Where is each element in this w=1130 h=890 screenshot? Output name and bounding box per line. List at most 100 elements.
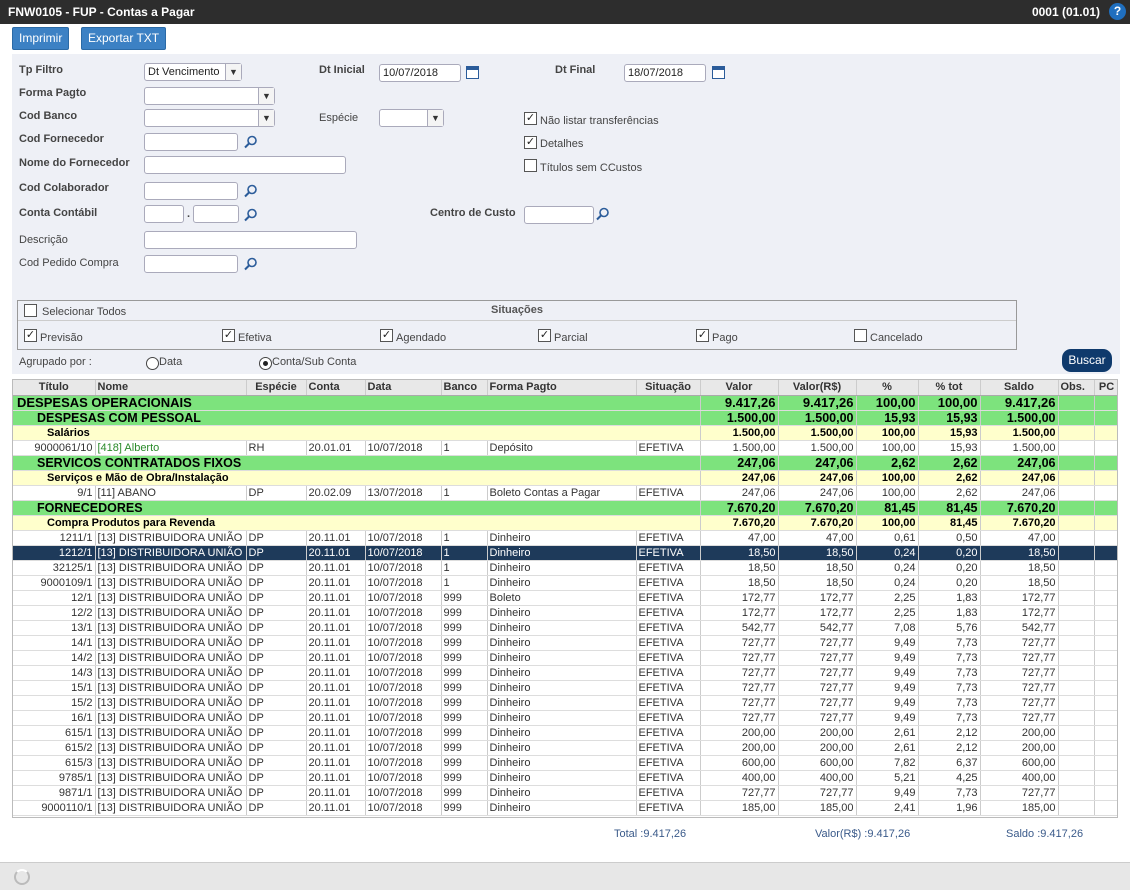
centro-custo-input[interactable] bbox=[524, 206, 594, 224]
table-cell bbox=[1094, 575, 1117, 591]
search-icon[interactable] bbox=[244, 208, 258, 222]
table-cell: 7,73 bbox=[918, 710, 981, 726]
table-row[interactable]: 14/2 [13] DISTRIBUIDORA UNIÃO DP 20.11.01 10… bbox=[13, 650, 1117, 666]
column-header[interactable]: Título bbox=[13, 380, 96, 396]
conta-contabil-input-2[interactable] bbox=[193, 205, 239, 223]
group-value: 81,45 bbox=[918, 515, 981, 531]
table-row[interactable]: 615/3 [13] DISTRIBUIDORA UNIÃO DP 20.11.01 1… bbox=[13, 755, 1117, 771]
table-row[interactable]: 1212/1 [13] DISTRIBUIDORA UNIÃO DP 20.11.01… bbox=[13, 545, 1117, 561]
cancelado-checkbox[interactable] bbox=[854, 329, 867, 342]
column-header[interactable]: Situação bbox=[636, 380, 701, 396]
search-icon[interactable] bbox=[244, 184, 258, 198]
group-row[interactable]: SERVICOS CONTRATADOS FIXOS 247,06 247,06 2,… bbox=[13, 455, 1117, 471]
group-row[interactable]: Compra Produtos para Revenda 7.670,20 7.67… bbox=[13, 515, 1117, 531]
table-cell: 727,77 bbox=[778, 665, 857, 681]
nome-fornecedor-input[interactable] bbox=[144, 156, 346, 174]
tp-filtro-select[interactable]: Dt Vencimento ▼ bbox=[144, 63, 242, 81]
calendar-icon[interactable] bbox=[466, 66, 479, 79]
column-header[interactable]: % bbox=[856, 380, 919, 396]
table-cell bbox=[1058, 545, 1095, 561]
search-button[interactable]: Buscar bbox=[1062, 349, 1112, 372]
table-cell: Dinheiro bbox=[487, 620, 637, 636]
titulos-sem-ccustos-checkbox[interactable] bbox=[524, 159, 537, 172]
table-cell: 999 bbox=[441, 605, 488, 621]
help-icon[interactable]: ? bbox=[1109, 3, 1126, 20]
group-value: 100,00 bbox=[856, 515, 919, 531]
table-cell: 2,61 bbox=[856, 725, 919, 741]
table-row[interactable]: 15/2 [13] DISTRIBUIDORA UNIÃO DP 20.11.01 10… bbox=[13, 695, 1117, 711]
column-header[interactable]: % tot bbox=[918, 380, 981, 396]
parcial-checkbox[interactable]: ✓ bbox=[538, 329, 551, 342]
table-cell: [13] DISTRIBUIDORA UNIÃO bbox=[95, 620, 247, 636]
group-row[interactable]: Salários 1.500,00 1.500,00 100,00 15,93 1.500… bbox=[13, 425, 1117, 441]
cod-pedido-input[interactable] bbox=[144, 255, 238, 273]
conta-contabil-input-1[interactable] bbox=[144, 205, 184, 223]
results-grid[interactable]: Título Nome Espécie Conta Data Banco Forma Pag… bbox=[12, 379, 1118, 818]
table-row[interactable]: 12/2 [13] DISTRIBUIDORA UNIÃO DP 20.11.01 10… bbox=[13, 605, 1117, 621]
cod-fornecedor-input[interactable] bbox=[144, 133, 238, 151]
table-cell: 10/07/2018 bbox=[365, 545, 442, 561]
table-row[interactable]: 9785/1 [13] DISTRIBUIDORA UNIÃO DP 20.11.01… bbox=[13, 770, 1117, 786]
table-row[interactable]: 14/3 [13] DISTRIBUIDORA UNIÃO DP 20.11.01 10… bbox=[13, 665, 1117, 681]
table-row[interactable]: 1211/1 [13] DISTRIBUIDORA UNIÃO DP 20.11.01… bbox=[13, 530, 1117, 546]
column-header[interactable]: Banco bbox=[441, 380, 488, 396]
agendado-checkbox[interactable]: ✓ bbox=[380, 329, 393, 342]
calendar-icon[interactable] bbox=[712, 66, 725, 79]
pago-checkbox[interactable]: ✓ bbox=[696, 329, 709, 342]
nao-listar-checkbox[interactable]: ✓ bbox=[524, 112, 537, 125]
table-row[interactable]: 16/1 [13] DISTRIBUIDORA UNIÃO DP 20.11.01 10… bbox=[13, 710, 1117, 726]
search-icon[interactable] bbox=[244, 257, 258, 271]
separator-dot: . bbox=[187, 208, 191, 220]
group-conta-radio[interactable] bbox=[259, 357, 272, 370]
previsao-checkbox[interactable]: ✓ bbox=[24, 329, 37, 342]
descricao-input[interactable] bbox=[144, 231, 357, 249]
column-header[interactable]: Forma Pagto bbox=[487, 380, 637, 396]
cod-banco-select[interactable]: ▼ bbox=[144, 109, 275, 127]
group-row[interactable]: DESPESAS COM PESSOAL 1.500,00 1.500,00 15,9… bbox=[13, 410, 1117, 426]
group-row[interactable]: DESPESAS OPERACIONAIS 9.417,26 9.417,26 100… bbox=[13, 395, 1117, 411]
table-cell: [13] DISTRIBUIDORA UNIÃO bbox=[95, 770, 247, 786]
table-cell: 5,21 bbox=[856, 770, 919, 786]
table-row[interactable]: 9000109/1 [13] DISTRIBUIDORA UNIÃO DP 20.11… bbox=[13, 575, 1117, 591]
table-row[interactable]: 9871/1 [13] DISTRIBUIDORA UNIÃO DP 20.11.01… bbox=[13, 785, 1117, 801]
column-header[interactable]: Valor bbox=[700, 380, 779, 396]
cod-colaborador-input[interactable] bbox=[144, 182, 238, 200]
column-header[interactable]: Saldo bbox=[980, 380, 1059, 396]
group-row[interactable]: FORNECEDORES 7.670,20 7.670,20 81,45 81,45 7.… bbox=[13, 500, 1117, 516]
table-row[interactable]: 14/1 [13] DISTRIBUIDORA UNIÃO DP 20.11.01 10… bbox=[13, 635, 1117, 651]
column-header[interactable]: Espécie bbox=[246, 380, 307, 396]
table-row[interactable]: 615/1 [13] DISTRIBUIDORA UNIÃO DP 20.11.01 1… bbox=[13, 725, 1117, 741]
table-row[interactable]: 9/1 [11] ABANO DP 20.02.09 13/07/2018 1 Boleto… bbox=[13, 485, 1117, 501]
forma-pagto-select[interactable]: ▼ bbox=[144, 87, 275, 105]
search-icon[interactable] bbox=[596, 207, 610, 221]
group-value: 81,45 bbox=[918, 500, 981, 516]
print-button[interactable]: Imprimir bbox=[12, 27, 70, 50]
especie-select[interactable]: ▼ bbox=[379, 109, 444, 127]
table-row[interactable]: 9000061/10 [418] Alberto RH 20.01.01 10/07/2… bbox=[13, 440, 1117, 456]
group-data-radio[interactable] bbox=[146, 357, 159, 370]
table-row[interactable]: 12/1 [13] DISTRIBUIDORA UNIÃO DP 20.11.01 10… bbox=[13, 590, 1117, 606]
dt-final-input[interactable]: 18/07/2018 bbox=[624, 64, 706, 82]
column-header[interactable]: Data bbox=[365, 380, 442, 396]
table-row[interactable]: 13/1 [13] DISTRIBUIDORA UNIÃO DP 20.11.01 10… bbox=[13, 620, 1117, 636]
export-txt-button[interactable]: Exportar TXT bbox=[81, 27, 167, 50]
column-header[interactable]: Valor(R$) bbox=[778, 380, 857, 396]
table-row[interactable]: 9000110/1 [13] DISTRIBUIDORA UNIÃO DP 20.11… bbox=[13, 800, 1117, 816]
dt-inicial-input[interactable]: 10/07/2018 bbox=[379, 64, 461, 82]
table-cell: 18,50 bbox=[980, 545, 1059, 561]
search-icon[interactable] bbox=[244, 135, 258, 149]
table-cell: 999 bbox=[441, 725, 488, 741]
select-all-checkbox[interactable] bbox=[24, 304, 37, 317]
table-row[interactable]: 615/2 [13] DISTRIBUIDORA UNIÃO DP 20.11.01 1… bbox=[13, 740, 1117, 756]
group-row[interactable]: Serviços e Mão de Obra/Instalação 247,06 2… bbox=[13, 470, 1117, 486]
table-row[interactable]: 32125/1 [13] DISTRIBUIDORA UNIÃO DP 20.11.0… bbox=[13, 560, 1117, 576]
efetiva-checkbox[interactable]: ✓ bbox=[222, 329, 235, 342]
column-header[interactable]: PC bbox=[1094, 380, 1117, 396]
table-cell bbox=[1058, 395, 1095, 411]
column-header[interactable]: Obs. bbox=[1058, 380, 1095, 396]
detalhes-checkbox[interactable]: ✓ bbox=[524, 136, 537, 149]
table-cell: 20.11.01 bbox=[306, 560, 366, 576]
table-row[interactable]: 15/1 [13] DISTRIBUIDORA UNIÃO DP 20.11.01 10… bbox=[13, 680, 1117, 696]
column-header[interactable]: Conta bbox=[306, 380, 366, 396]
column-header[interactable]: Nome bbox=[95, 380, 247, 396]
